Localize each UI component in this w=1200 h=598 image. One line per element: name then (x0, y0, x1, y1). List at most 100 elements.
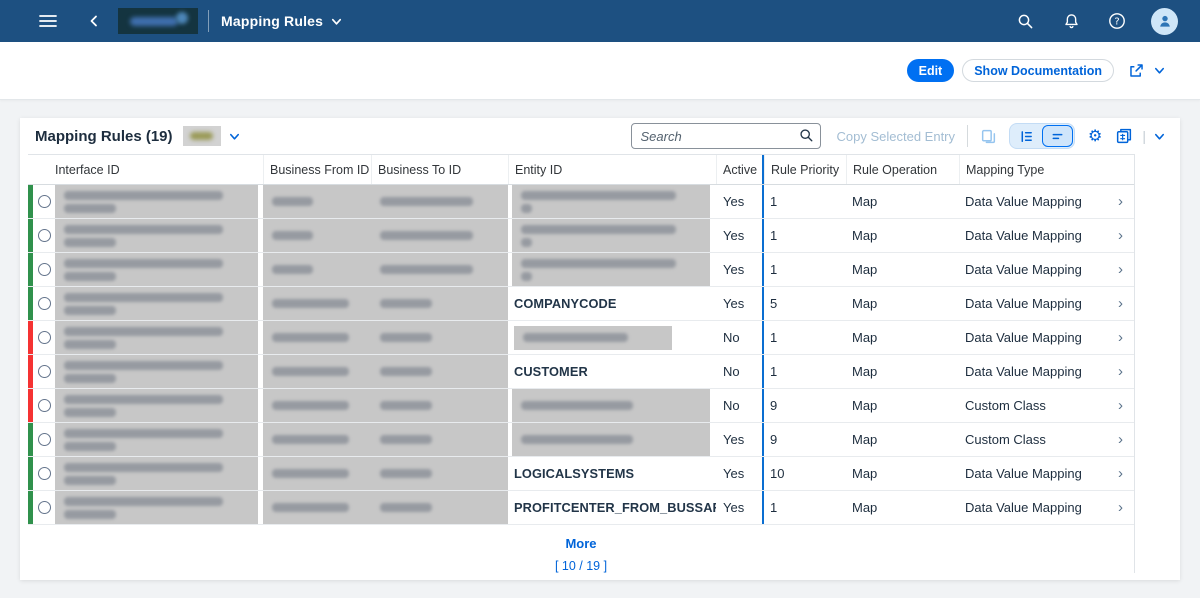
redacted-content (512, 253, 710, 286)
row-navigation-chevron-icon[interactable]: › (1118, 431, 1123, 448)
row-height-toggle-group (1009, 123, 1075, 149)
table-row[interactable]: Yes1MapData Value Mapping› (28, 185, 1134, 219)
active-cell: No (716, 355, 764, 388)
search-input[interactable] (631, 123, 821, 149)
mapping-type-cell: Custom Class (959, 389, 1100, 422)
business-to-id-cell (371, 355, 508, 388)
row-selector-cell (33, 253, 55, 286)
active-cell: Yes (716, 219, 764, 252)
row-selector-radio[interactable] (38, 365, 51, 378)
entity-id-cell (508, 389, 716, 422)
row-selector-radio[interactable] (38, 331, 51, 344)
mapping-type-cell: Data Value Mapping (959, 253, 1100, 286)
interface-id-cell (55, 287, 263, 320)
row-selector-radio[interactable] (38, 229, 51, 242)
table-row[interactable]: No1MapData Value Mapping› (28, 321, 1134, 355)
row-navigation-chevron-icon[interactable]: › (1118, 499, 1123, 516)
export-chevron-down-icon[interactable] (1153, 130, 1166, 143)
table-row[interactable]: PROFITCENTER_FROM_BUSSAREAYes1MapData Va… (28, 491, 1134, 525)
table-row[interactable]: Yes9MapCustom Class› (28, 423, 1134, 457)
row-navigation-chevron-icon[interactable]: › (1118, 363, 1123, 380)
more-link[interactable]: More (28, 536, 1134, 551)
table-row[interactable]: LOGICALSYSTEMSYes10MapData Value Mapping… (28, 457, 1134, 491)
notifications-bell-icon[interactable] (1059, 9, 1083, 33)
mapping-type-cell: Data Value Mapping (959, 491, 1100, 524)
interface-id-cell (55, 355, 263, 388)
row-navigation-cell: › (1100, 219, 1135, 252)
export-to-spreadsheet-icon[interactable] (1115, 127, 1133, 145)
edit-button[interactable]: Edit (907, 59, 955, 82)
table-row[interactable]: CUSTOMERNo1MapData Value Mapping› (28, 355, 1134, 389)
row-navigation-cell: › (1100, 253, 1135, 286)
business-to-id-cell (371, 253, 508, 286)
business-to-id-cell (371, 389, 508, 422)
redacted-content (371, 389, 508, 422)
copy-selected-entry-button[interactable]: Copy Selected Entry (837, 129, 956, 144)
expanded-rows-toggle-icon[interactable] (1011, 125, 1042, 147)
row-counter: [ 10 / 19 ] (28, 559, 1134, 573)
row-selector-radio[interactable] (38, 399, 51, 412)
shell-left-area: Mapping Rules (0, 8, 343, 34)
redacted-content (55, 389, 258, 422)
row-navigation-chevron-icon[interactable]: › (1118, 227, 1123, 244)
back-chevron-icon[interactable] (82, 9, 106, 33)
row-selector-radio[interactable] (38, 297, 51, 310)
row-navigation-chevron-icon[interactable]: › (1118, 329, 1123, 346)
redacted-content (55, 185, 258, 218)
redacted-content (55, 457, 258, 490)
business-to-id-cell (371, 287, 508, 320)
row-selector-radio[interactable] (38, 263, 51, 276)
show-documentation-button[interactable]: Show Documentation (962, 59, 1114, 82)
row-selector-radio[interactable] (38, 501, 51, 514)
row-navigation-chevron-icon[interactable]: › (1118, 397, 1123, 414)
mapping-type-cell: Data Value Mapping (959, 321, 1100, 354)
column-header-type[interactable]: Mapping Type (959, 155, 1100, 184)
section-title: Mapping Rules (19) (35, 128, 173, 145)
settings-gear-icon[interactable]: ⚙ (1088, 128, 1102, 144)
row-navigation-chevron-icon[interactable]: › (1118, 261, 1123, 278)
page-action-bar: Edit Show Documentation (0, 42, 1200, 100)
row-selector-radio[interactable] (38, 433, 51, 446)
row-navigation-cell: › (1100, 185, 1135, 218)
column-header-if[interactable]: Interface ID (55, 155, 263, 184)
column-header-op[interactable]: Rule Operation (846, 155, 959, 184)
column-header-active[interactable]: Active (716, 155, 764, 184)
redacted-content (371, 355, 508, 388)
row-selector-cell (33, 185, 55, 218)
menu-icon[interactable] (36, 9, 60, 33)
rule-operation-cell: Map (846, 253, 959, 286)
row-selector-radio[interactable] (38, 467, 51, 480)
row-navigation-chevron-icon[interactable]: › (1118, 465, 1123, 482)
interface-id-cell (55, 219, 263, 252)
variant-selector-redacted[interactable] (183, 126, 221, 146)
entity-id-cell (508, 185, 716, 218)
help-icon[interactable]: ? (1105, 9, 1129, 33)
column-header-from[interactable]: Business From ID (263, 155, 371, 184)
header-nav-spacer (1100, 155, 1135, 184)
business-from-id-cell (263, 219, 371, 252)
row-navigation-chevron-icon[interactable]: › (1118, 295, 1123, 312)
table-row[interactable]: COMPANYCODEYes5MapData Value Mapping› (28, 287, 1134, 321)
row-selector-radio[interactable] (38, 195, 51, 208)
user-avatar[interactable] (1151, 8, 1178, 35)
copy-icon[interactable] (980, 128, 997, 145)
column-header-to[interactable]: Business To ID (371, 155, 508, 184)
table-row[interactable]: No9MapCustom Class› (28, 389, 1134, 423)
column-header-entity[interactable]: Entity ID (508, 155, 716, 184)
column-header-prio[interactable]: Rule Priority (764, 155, 846, 184)
redacted-content (263, 355, 371, 388)
condensed-rows-toggle-icon[interactable] (1042, 125, 1073, 147)
share-chevron-down-icon[interactable] (1153, 64, 1166, 77)
search-icon[interactable] (1013, 9, 1037, 33)
search-magnifier-icon[interactable] (799, 128, 814, 143)
row-navigation-chevron-icon[interactable]: › (1118, 193, 1123, 210)
toolbar-pipe-divider: | (1142, 128, 1146, 144)
business-from-id-cell (263, 389, 371, 422)
table-row[interactable]: Yes1MapData Value Mapping› (28, 219, 1134, 253)
app-title-chevron-down-icon[interactable] (330, 15, 343, 28)
share-icon[interactable] (1128, 62, 1145, 79)
table-row[interactable]: Yes1MapData Value Mapping› (28, 253, 1134, 287)
redacted-content (55, 355, 258, 388)
variant-chevron-down-icon[interactable] (228, 130, 241, 143)
row-selector-cell (33, 219, 55, 252)
